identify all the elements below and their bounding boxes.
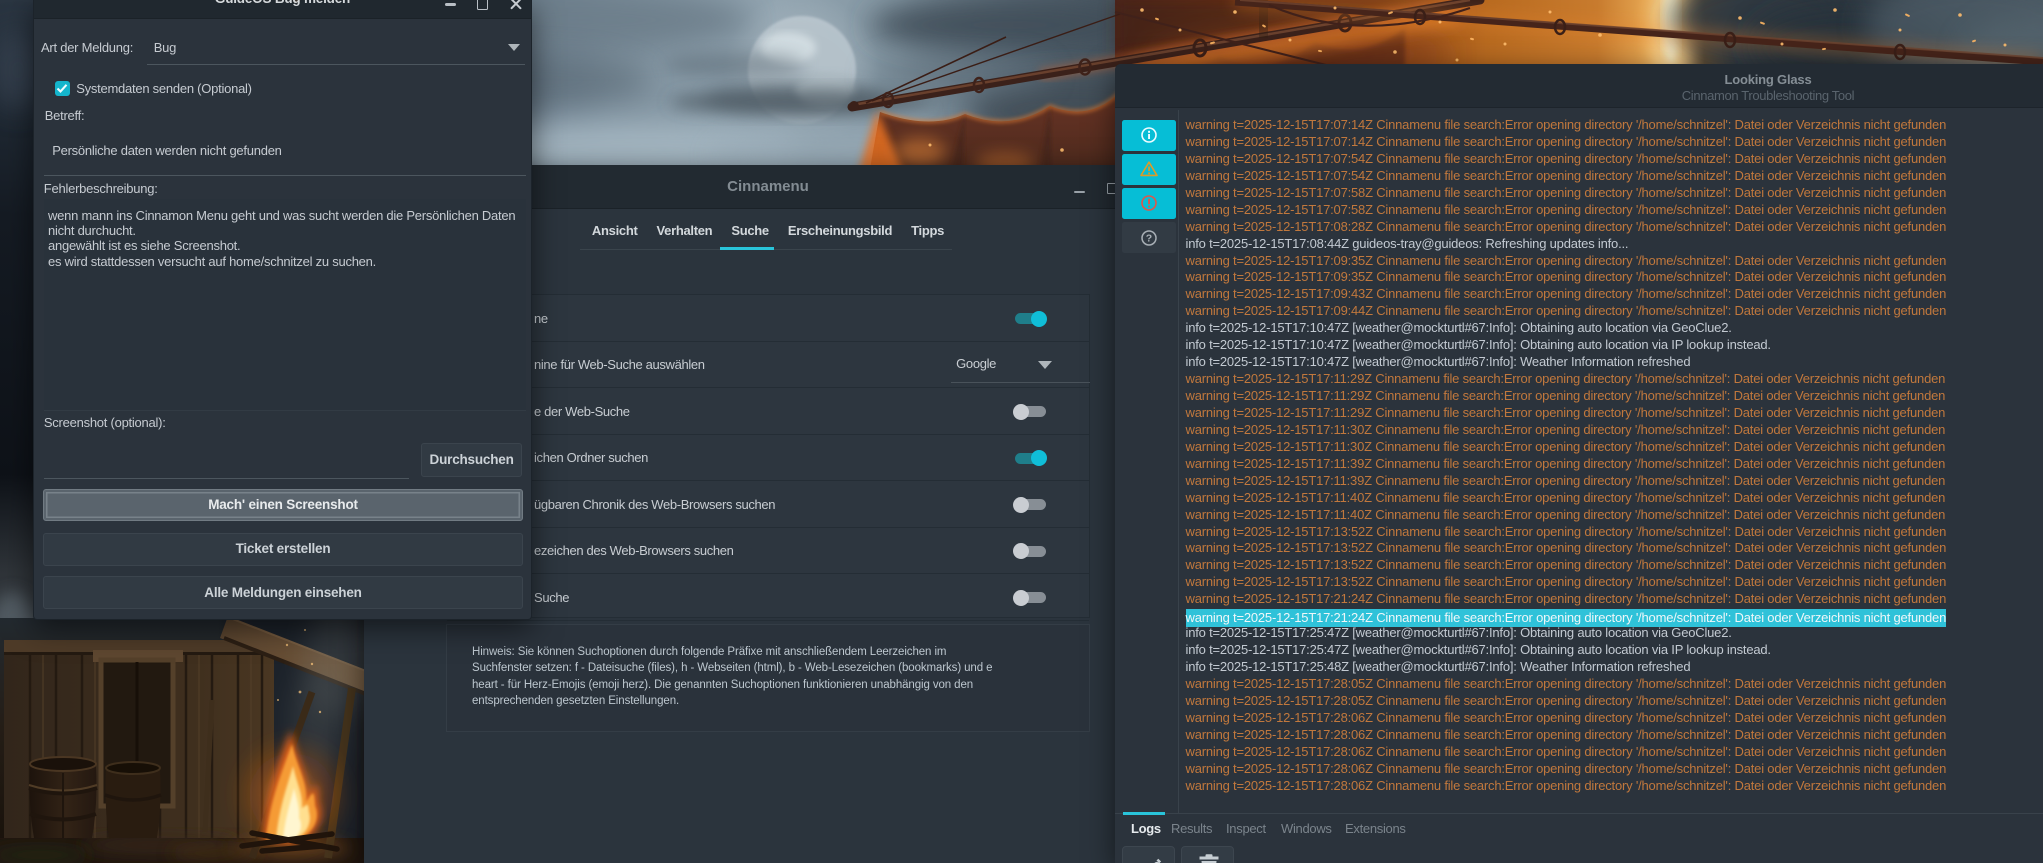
svg-text:?: ? xyxy=(1146,232,1152,244)
